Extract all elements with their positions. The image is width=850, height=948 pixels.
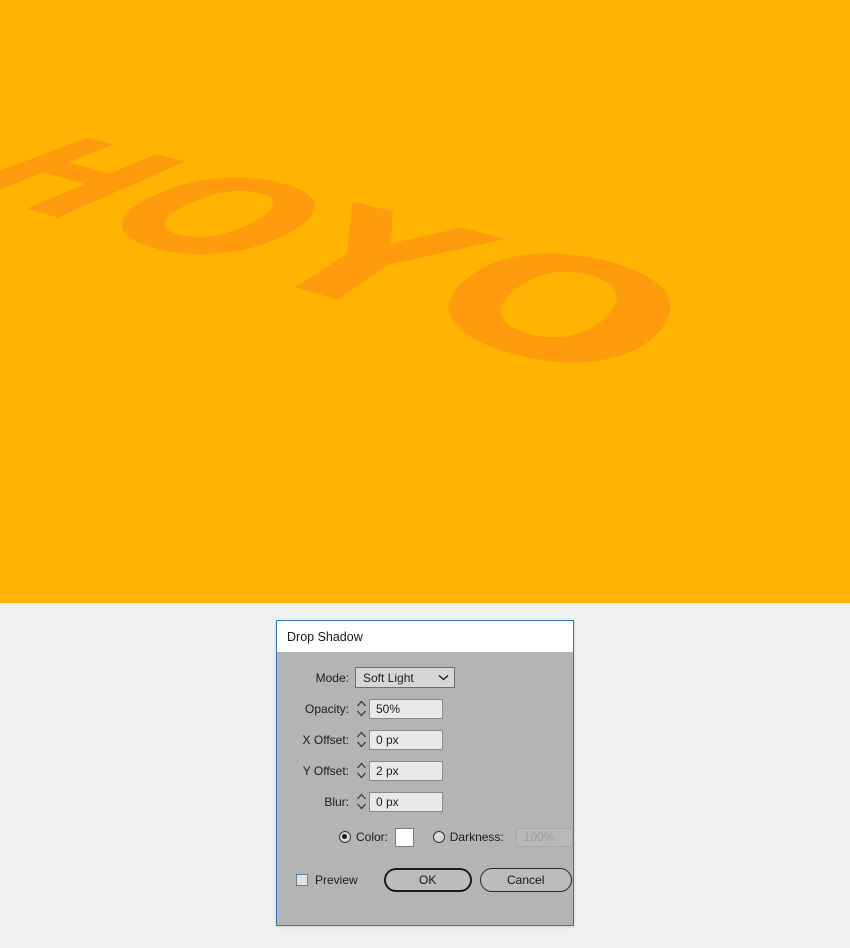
application-root: HOYO Drop Shadow Mode: Soft Light Opacit… xyxy=(0,0,850,948)
cancel-button-label: Cancel xyxy=(507,873,545,887)
darkness-input[interactable]: 100% xyxy=(515,827,573,847)
mode-label: Mode: xyxy=(315,670,349,685)
x-offset-stepper-icon[interactable] xyxy=(355,730,367,749)
blur-stepper-icon[interactable] xyxy=(355,792,367,811)
blur-row: Blur: 0 px xyxy=(277,790,573,813)
x-offset-row: X Offset: 0 px xyxy=(277,728,573,751)
opacity-input[interactable]: 50% xyxy=(369,698,443,719)
y-offset-row: Y Offset: 2 px xyxy=(277,759,573,782)
ok-button-label: OK xyxy=(419,873,437,887)
x-offset-label: X Offset: xyxy=(302,732,349,747)
darkness-radio-label: Darkness: xyxy=(449,830,504,844)
opacity-value: 50% xyxy=(376,701,401,716)
mode-row: Mode: Soft Light xyxy=(277,666,573,689)
opacity-label: Opacity: xyxy=(304,701,349,716)
darkness-radio[interactable] xyxy=(432,831,445,843)
dialog-titlebar[interactable]: Drop Shadow xyxy=(277,621,573,652)
x-offset-input[interactable]: 0 px xyxy=(369,729,443,750)
artboard-canvas[interactable]: HOYO xyxy=(0,0,850,603)
chevron-down-icon xyxy=(438,674,449,681)
artwork-text-hoyo[interactable]: HOYO xyxy=(0,123,737,430)
color-radio[interactable] xyxy=(339,831,351,843)
blur-input[interactable]: 0 px xyxy=(369,791,443,812)
opacity-row: Opacity: 50% xyxy=(277,697,573,720)
color-radio-label: Color: xyxy=(356,830,389,844)
blur-label: Blur: xyxy=(324,794,349,809)
dialog-footer: Preview OK Cancel xyxy=(277,868,573,892)
y-offset-control: 2 px xyxy=(355,760,443,781)
preview-checkbox[interactable] xyxy=(296,874,308,886)
cancel-button[interactable]: Cancel xyxy=(479,868,572,892)
darkness-value: 100% xyxy=(523,830,555,844)
dialog-title: Drop Shadow xyxy=(287,629,363,644)
mode-select-value: Soft Light xyxy=(363,670,414,685)
x-offset-control: 0 px xyxy=(355,729,443,750)
y-offset-value: 2 px xyxy=(376,763,399,778)
shadow-source-row: Color: Darkness: 100% xyxy=(277,826,573,848)
y-offset-input[interactable]: 2 px xyxy=(369,760,443,781)
artwork-stage: HOYO xyxy=(0,0,850,603)
color-swatch[interactable] xyxy=(395,827,414,847)
mode-select[interactable]: Soft Light xyxy=(355,667,455,688)
opacity-control: 50% xyxy=(355,698,443,719)
x-offset-value: 0 px xyxy=(376,732,399,747)
drop-shadow-dialog: Drop Shadow Mode: Soft Light Opacity: 50… xyxy=(276,620,574,926)
y-offset-label: Y Offset: xyxy=(302,763,349,778)
y-offset-stepper-icon[interactable] xyxy=(355,761,367,780)
blur-control: 0 px xyxy=(355,791,443,812)
opacity-stepper-icon[interactable] xyxy=(355,699,367,718)
preview-label: Preview xyxy=(315,873,358,887)
blur-value: 0 px xyxy=(376,794,399,809)
dialog-body: Mode: Soft Light Opacity: 50% X Offset: … xyxy=(277,652,573,925)
ok-button[interactable]: OK xyxy=(383,868,472,892)
